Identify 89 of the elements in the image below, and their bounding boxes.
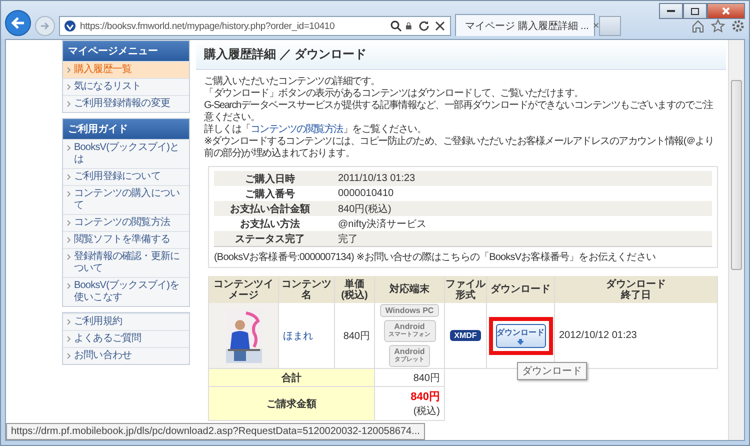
- column-header: コンテンツイメージ: [212, 278, 274, 300]
- sidebar-item[interactable]: ご利用規約: [63, 313, 189, 330]
- summary-label: ステータス完了: [234, 232, 306, 246]
- tab-close-button[interactable]: ×: [592, 20, 600, 32]
- chevron-icon: [67, 336, 71, 342]
- sidebar-item[interactable]: 登録情報の確認・更新について: [63, 248, 189, 277]
- maximize-icon: [691, 8, 699, 14]
- site-icon[interactable]: [64, 20, 76, 32]
- intro-text: ご購入いただいたコンテンツの詳細です。: [204, 76, 381, 88]
- download-button[interactable]: ダウンロード: [496, 324, 546, 348]
- summary-label: お支払い合計金額: [229, 202, 311, 216]
- lock-icon[interactable]: [406, 20, 414, 32]
- intro-text: ※ダウンロードするコンテンツには、コピー防止のため、ご登録いただいたお客様メールアドレスのアカウント情報(＠より前の部分)が埋め込まれております。: [204, 136, 715, 160]
- close-icon: [722, 7, 730, 15]
- close-button[interactable]: [707, 3, 745, 19]
- sidebar-item[interactable]: 閲覧ソフトを準備する: [63, 231, 189, 248]
- chevron-icon: [67, 237, 71, 243]
- back-button[interactable]: [5, 10, 31, 36]
- column-header: ダウンロード: [490, 284, 550, 295]
- intro-text: 詳しくは「コンテンツの閲覧方法」をご覧ください。: [204, 124, 427, 136]
- sidebar-item[interactable]: BooksV(ブックスブイ)を使いこなす: [63, 277, 189, 306]
- total-value: 840円: [413, 372, 440, 384]
- billing-label: ご請求金額: [266, 398, 316, 410]
- minimize-icon: [667, 10, 675, 12]
- chevron-icon: [67, 220, 71, 226]
- column-header: (税込): [341, 290, 368, 300]
- summary-value: 0000010410: [337, 188, 395, 199]
- download-arrow-icon: [517, 338, 524, 344]
- column-header: 形式: [456, 290, 476, 300]
- settings-icon[interactable]: [731, 19, 745, 33]
- column-header: ファイル: [446, 278, 486, 290]
- summary-value: 完了: [337, 232, 359, 246]
- summary-label: ご購入日時: [244, 172, 296, 186]
- address-field[interactable]: https://booksv.fmworld.net/mypage/history.php?order_id=10410: [59, 16, 451, 36]
- star-icon[interactable]: [711, 19, 725, 33]
- refresh-icon[interactable]: [418, 20, 430, 32]
- tab-title: マイページ 購入履歴詳細 ...: [465, 20, 589, 32]
- sidebar-item[interactable]: お問い合わせ: [63, 347, 189, 364]
- sidebar-item[interactable]: コンテンツの閲覧方法: [63, 214, 189, 231]
- sidebar-item[interactable]: ご利用登録情報の変更: [63, 95, 189, 112]
- sidebar-item[interactable]: ご利用登録について: [63, 168, 189, 185]
- chevron-icon: [67, 283, 71, 289]
- scrollbar[interactable]: [728, 40, 744, 440]
- price-text: 840円: [343, 330, 370, 342]
- close-icon[interactable]: [434, 20, 446, 32]
- chevron-icon: [67, 101, 71, 107]
- chevron-icon: [67, 319, 71, 325]
- column-header: コンテンツ名: [280, 278, 332, 300]
- chevron-icon: [67, 254, 71, 260]
- sidebar-item[interactable]: BooksV(ブックスブイ)とは: [63, 139, 189, 168]
- chevron-icon: [67, 353, 71, 359]
- customer-number-note: (BooksVお客様番号:0000007134) ※お問い合せの際はこちらの「BooksVお客様番号」をお伝えください: [214, 246, 712, 264]
- sidebar-item[interactable]: 気になるリスト: [63, 78, 189, 95]
- format-badge: XMDF: [450, 330, 481, 341]
- intro-text: G-Searchデータベースサービスが提供する記事情報など、一部再ダウンロードができないコンテンツもございますのでご注意ください。: [204, 100, 714, 124]
- status-url: https://drm.pf.mobilebook.jp/dls/pc/download2.asp?RequestData=5120020032-120058674...: [6, 423, 425, 440]
- device-badge: Windows PC: [380, 304, 439, 317]
- forward-arrow-icon: [40, 21, 50, 31]
- sidebar-item[interactable]: コンテンツの購入について: [63, 185, 189, 214]
- sidebar-heading: ご利用ガイド: [63, 119, 189, 139]
- column-header: 終了日: [621, 290, 651, 300]
- content-title-link[interactable]: ほまれ: [283, 328, 313, 342]
- minimize-button[interactable]: [659, 3, 683, 19]
- chevron-icon: [67, 191, 71, 197]
- summary-value: @nifty決済サービス: [337, 218, 428, 230]
- chevron-icon: [67, 67, 71, 73]
- home-icon[interactable]: [691, 19, 705, 33]
- end-date-text: 2012/10/12 01:23: [559, 330, 637, 341]
- intro-text: 「ダウンロード」ボタンの表示があるコンテンツはダウンロードして、ご覧いただけます。: [204, 88, 584, 100]
- viewing-method-link[interactable]: コンテンツの閲覧方法: [250, 124, 343, 135]
- sidebar-item[interactable]: よくあるご質問: [63, 330, 189, 347]
- column-header: 単価: [344, 278, 364, 290]
- chevron-icon: [67, 145, 71, 151]
- billing-amount: 840円: [410, 390, 440, 404]
- back-arrow-icon: [11, 17, 25, 29]
- summary-label: お支払い方法: [239, 217, 301, 230]
- tooltip: ダウンロード: [517, 362, 587, 380]
- tax-note: (税込): [413, 404, 440, 418]
- summary-value: 2011/10/13 01:23: [337, 173, 416, 184]
- column-header: ダウンロード: [606, 278, 666, 290]
- chevron-icon: [67, 174, 71, 180]
- summary-label: ご購入番号: [244, 188, 296, 200]
- summary-value: 840円(税込): [337, 202, 392, 216]
- search-icon[interactable]: [390, 20, 402, 32]
- chevron-icon: [67, 84, 71, 90]
- total-label: 合計: [282, 372, 302, 384]
- column-header: 対応端末: [390, 284, 430, 295]
- sidebar-heading: マイページメニュー: [63, 41, 189, 61]
- maximize-button[interactable]: [683, 3, 707, 19]
